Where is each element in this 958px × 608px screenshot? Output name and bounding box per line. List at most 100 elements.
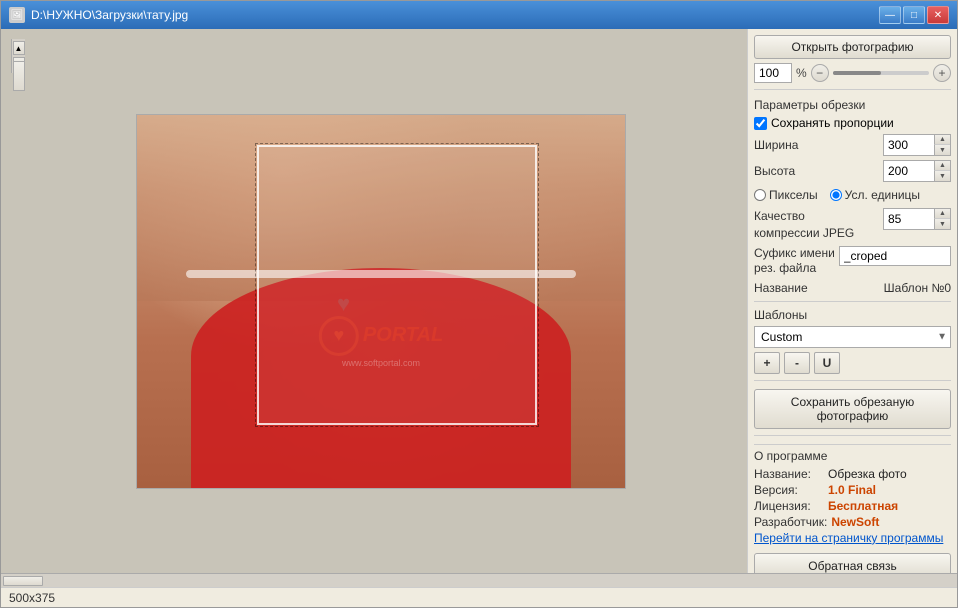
zoom-slider-track <box>833 71 881 75</box>
width-spin-up[interactable]: ▲ <box>934 135 950 145</box>
watermark-logo: ♥ PORTAL <box>319 316 443 356</box>
save-photo-button[interactable]: Сохранить обрезаную фотографию <box>754 389 951 429</box>
zoom-minus-button[interactable]: − <box>811 64 829 82</box>
quality-spin-down[interactable]: ▼ <box>934 219 950 229</box>
suffix-label-group: Суфикс имени рез. файла <box>754 246 835 277</box>
height-spin-up[interactable]: ▲ <box>934 161 950 171</box>
minimize-button[interactable]: — <box>879 6 901 24</box>
open-photo-button[interactable]: Открыть фотографию <box>754 35 951 59</box>
photo-display: ♥ ♥ PORTAL www.softportal.com <box>136 114 626 489</box>
divider-4 <box>754 435 951 436</box>
units-label: Усл. единицы <box>845 188 920 202</box>
status-bar: 500x375 <box>1 587 957 607</box>
quality-label-group: Качество компрессии JPEG <box>754 208 854 242</box>
feedback-button[interactable]: Обратная связь <box>754 553 951 573</box>
image-panel[interactable]: ▲ ▼ ♥ <box>1 29 747 573</box>
name-value: Шаблон №0 <box>884 281 951 295</box>
keep-ratio-label: Сохранять пропорции <box>771 116 894 130</box>
title-bar-controls: — □ ✕ <box>879 6 949 24</box>
title-bar-left: 🖼 D:\НУЖНО\Загрузки\тату.jpg <box>9 7 188 23</box>
scroll-up-button[interactable]: ▲ <box>13 41 25 55</box>
keep-ratio-checkbox[interactable] <box>754 117 767 130</box>
units-radio[interactable] <box>830 189 842 201</box>
about-license-val: Бесплатная <box>828 499 898 513</box>
name-row: Название Шаблон №0 <box>754 281 951 295</box>
zoom-plus-button[interactable]: + <box>933 64 951 82</box>
zoom-row: % − + <box>754 63 951 83</box>
height-spin-down[interactable]: ▼ <box>934 171 950 181</box>
quality-input[interactable] <box>884 210 934 228</box>
templates-select[interactable]: Custom Шаблон №0 Шаблон №1 <box>754 326 951 348</box>
about-link[interactable]: Перейти на страничку программы <box>754 531 943 545</box>
height-row: Высота ▲ ▼ <box>754 160 951 182</box>
divider-2 <box>754 301 951 302</box>
suffix-label2: рез. файла <box>754 261 835 277</box>
name-label: Название <box>754 281 808 295</box>
vertical-scrollbar[interactable]: ▲ ▼ <box>11 39 25 73</box>
pixels-label: Пикселы <box>769 188 818 202</box>
suffix-input[interactable] <box>839 246 951 266</box>
quality-row: Качество компрессии JPEG ▲ ▼ <box>754 208 951 242</box>
crop-rectangle[interactable] <box>257 145 537 425</box>
templates-select-wrapper: Custom Шаблон №0 Шаблон №1 ▼ <box>754 326 951 348</box>
width-row: Ширина ▲ ▼ <box>754 134 951 156</box>
pixels-radio[interactable] <box>754 189 766 201</box>
divider-1 <box>754 89 951 90</box>
height-spinner: ▲ ▼ <box>883 160 951 182</box>
watermark-url: www.softportal.com <box>319 358 443 368</box>
zoom-slider[interactable] <box>833 71 929 75</box>
maximize-button[interactable]: □ <box>903 6 925 24</box>
width-label: Ширина <box>754 138 804 152</box>
watermark: ♥ PORTAL www.softportal.com <box>319 316 443 368</box>
app-icon: 🖼 <box>9 7 25 23</box>
right-panel: Открыть фотографию % − + Параметры обрез… <box>747 29 957 573</box>
about-name-row: Название: Обрезка фото <box>754 467 951 481</box>
pixels-radio-item: Пикселы <box>754 188 818 202</box>
templates-label: Шаблоны <box>754 308 951 322</box>
status-text: 500x375 <box>9 591 55 605</box>
height-input[interactable] <box>884 162 934 180</box>
about-dev-row: Разработчик: NewSoft <box>754 515 951 529</box>
template-add-button[interactable]: + <box>754 352 780 374</box>
divider-3 <box>754 380 951 381</box>
height-label: Высота <box>754 164 804 178</box>
window-title: D:\НУЖНО\Загрузки\тату.jpg <box>31 8 188 22</box>
image-container: ♥ ♥ PORTAL www.softportal.com <box>136 114 626 489</box>
scroll-thumb[interactable] <box>13 61 25 91</box>
width-input[interactable] <box>884 136 934 154</box>
zoom-input[interactable] <box>754 63 792 83</box>
template-remove-button[interactable]: - <box>784 352 810 374</box>
suffix-label1: Суфикс имени <box>754 246 835 262</box>
about-title: О программе <box>754 449 951 463</box>
about-version-key: Версия: <box>754 483 824 497</box>
width-spin-down[interactable]: ▼ <box>934 145 950 155</box>
about-name-key: Название: <box>754 467 824 481</box>
template-actions: + - U <box>754 352 951 374</box>
about-version-row: Версия: 1.0 Final <box>754 483 951 497</box>
about-name-val: Обрезка фото <box>828 467 907 481</box>
main-content: ▲ ▼ ♥ <box>1 29 957 573</box>
about-dev-val: NewSoft <box>831 515 879 529</box>
keep-ratio-row: Сохранять пропорции <box>754 116 951 130</box>
close-button[interactable]: ✕ <box>927 6 949 24</box>
template-update-button[interactable]: U <box>814 352 840 374</box>
about-version-val: 1.0 Final <box>828 483 876 497</box>
horizontal-scrollbar[interactable] <box>1 573 957 587</box>
quality-spinner: ▲ ▼ <box>883 208 951 230</box>
quality-spin-up[interactable]: ▲ <box>934 209 950 219</box>
main-window: 🖼 D:\НУЖНО\Загрузки\тату.jpg — □ ✕ ▲ ▼ <box>0 0 958 608</box>
unit-radio-row: Пикселы Усл. единицы <box>754 188 951 202</box>
height-spin-buttons: ▲ ▼ <box>934 161 950 181</box>
about-section: О программе Название: Обрезка фото Верси… <box>754 444 951 545</box>
crop-params-label: Параметры обрезки <box>754 98 951 112</box>
zoom-unit: % <box>796 66 807 80</box>
about-license-key: Лицензия: <box>754 499 824 513</box>
quality-label2: компрессии JPEG <box>754 225 854 242</box>
suffix-row: Суфикс имени рез. файла <box>754 246 951 277</box>
title-bar: 🖼 D:\НУЖНО\Загрузки\тату.jpg — □ ✕ <box>1 1 957 29</box>
about-license-row: Лицензия: Бесплатная <box>754 499 951 513</box>
about-dev-key: Разработчик: <box>754 515 827 529</box>
h-scroll-thumb[interactable] <box>3 576 43 586</box>
quality-spin-buttons: ▲ ▼ <box>934 209 950 229</box>
width-spinner: ▲ ▼ <box>883 134 951 156</box>
